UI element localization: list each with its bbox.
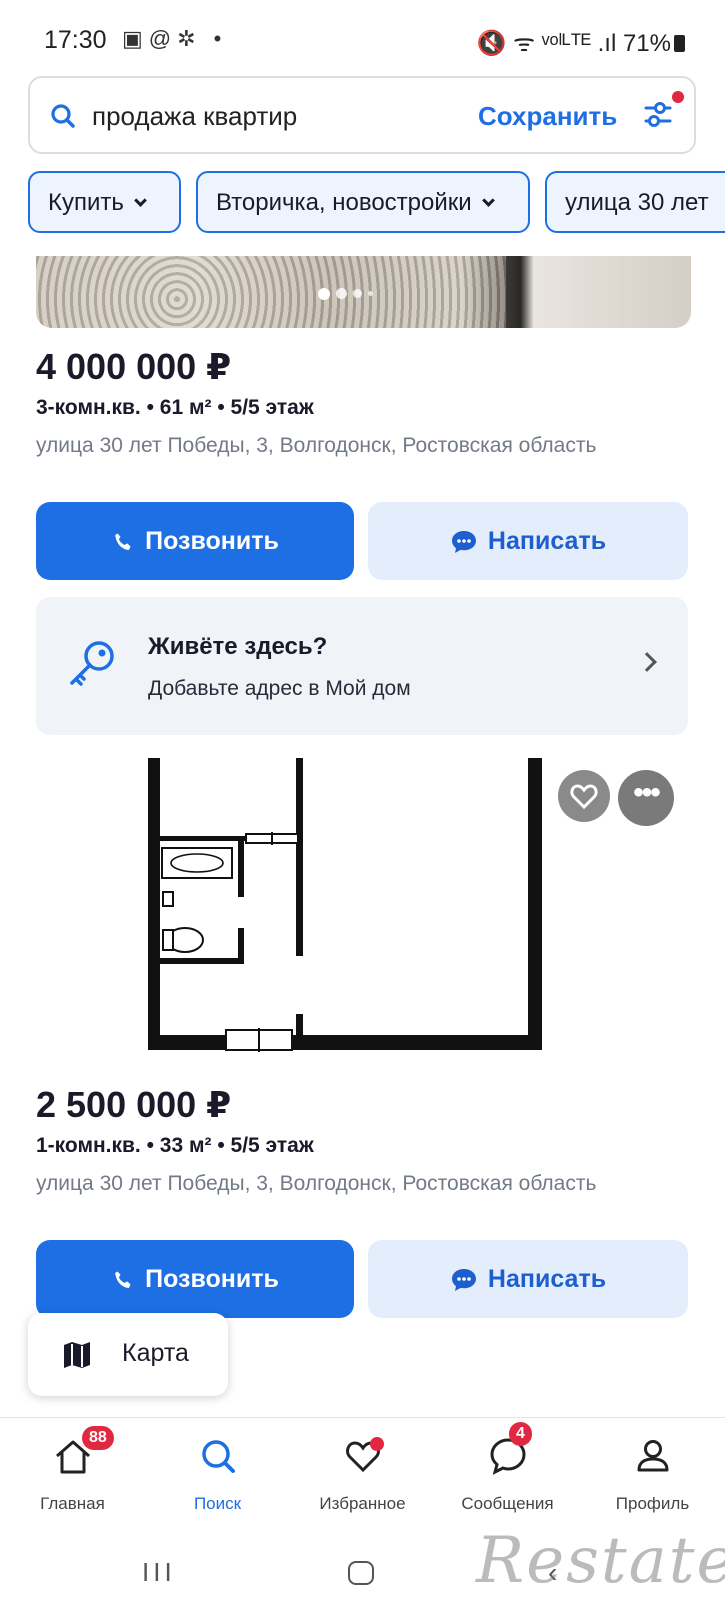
search-icon <box>51 104 75 128</box>
message-label: Написать <box>487 1265 607 1293</box>
message-label: Написать <box>487 527 607 555</box>
filter-indicator-dot <box>672 91 684 103</box>
live-here-banner[interactable]: Живёте здесь? Добавьте адрес в Мой дом <box>36 597 688 735</box>
chip-deal-type[interactable]: Купить <box>28 171 181 233</box>
map-label: Карта <box>122 1339 189 1367</box>
home-badge: 88 <box>82 1426 114 1450</box>
live-here-subtitle: Добавьте адрес в Мой дом <box>148 677 411 700</box>
chevron-right-icon <box>637 652 657 672</box>
chat-bubble-icon <box>451 1269 476 1291</box>
favorite-button[interactable] <box>558 770 610 822</box>
chat-bubble-icon <box>451 531 476 553</box>
call-button[interactable]: Позвонить <box>36 502 354 580</box>
listing-price[interactable]: 4 000 000 ₽ <box>36 346 231 388</box>
chip-market-type[interactable]: Вторичка, новостройки <box>196 171 530 233</box>
listing-price[interactable]: 2 500 000 ₽ <box>36 1084 231 1126</box>
map-button[interactable]: Карта <box>28 1313 228 1396</box>
search-query[interactable]: продажа квартир <box>92 101 297 132</box>
key-icon <box>70 641 114 686</box>
phone-icon <box>115 533 131 550</box>
floor-plan-image[interactable] <box>140 752 580 1082</box>
bottom-nav: 88 Главная Поиск Избранное 4 Сообщения П… <box>0 1417 725 1527</box>
filter-icon[interactable] <box>642 96 674 132</box>
listing-specs: 1-комн.кв. • 33 м² • 5/5 этаж <box>36 1134 314 1157</box>
more-dots-icon: ••• <box>633 776 660 809</box>
status-right: 🔇 ᯤ ᵛᵒˡᴸᵀᴱ .ıl 71% <box>477 26 685 59</box>
listing-address: улица 30 лет Победы, 3, Волгодонск, Рост… <box>36 434 597 457</box>
chevron-down-icon <box>481 194 495 207</box>
battery-icon <box>674 35 685 52</box>
heart-icon <box>345 1437 384 1473</box>
photo-pagination <box>318 285 379 303</box>
call-button[interactable]: Позвонить <box>36 1240 354 1318</box>
messages-badge: 4 <box>509 1422 532 1446</box>
chevron-down-icon <box>134 194 147 207</box>
more-options-button[interactable]: ••• <box>618 770 674 826</box>
recents-button[interactable]: III <box>142 1557 176 1588</box>
status-notification-icons: ▣@✲ • <box>122 26 228 51</box>
listing-specs: 3-комн.кв. • 61 м² • 5/5 этаж <box>36 396 314 419</box>
save-search-button[interactable]: Сохранить <box>478 101 617 132</box>
status-bar: 17:30 ▣@✲ • 🔇 ᯤ ᵛᵒˡᴸᵀᴱ .ıl 71% <box>0 0 725 72</box>
chip-location[interactable]: улица 30 лет <box>545 171 725 233</box>
call-label: Позвонить <box>145 1265 279 1293</box>
chip-label: улица 30 лет <box>565 189 709 216</box>
nav-label: Профиль <box>615 1494 690 1513</box>
search-icon <box>201 1440 235 1473</box>
call-label: Позвонить <box>145 527 279 555</box>
phone-icon <box>115 1271 131 1288</box>
message-button[interactable]: Написать <box>368 1240 688 1318</box>
nav-label: Поиск <box>193 1494 242 1513</box>
home-system-button[interactable] <box>348 1561 374 1585</box>
photo-texture <box>36 256 506 328</box>
nav-label: Главная <box>40 1494 105 1513</box>
nav-label: Сообщения <box>461 1494 554 1513</box>
watermark: Restate <box>476 1524 725 1598</box>
profile-icon <box>637 1440 668 1472</box>
search-bar[interactable]: продажа квартир Сохранить <box>28 76 696 154</box>
chip-label: Купить <box>48 189 124 216</box>
live-here-title: Живёте здесь? <box>148 633 328 660</box>
map-icon <box>64 1342 90 1368</box>
chip-label: Вторичка, новостройки <box>216 189 472 216</box>
listing-address: улица 30 лет Победы, 3, Волгодонск, Рост… <box>36 1172 597 1195</box>
status-right-text: 🔇 ᯤ ᵛᵒˡᴸᵀᴱ .ıl 71% <box>476 30 671 57</box>
nav-label: Избранное <box>319 1494 406 1513</box>
message-button[interactable]: Написать <box>368 502 688 580</box>
heart-icon <box>570 784 598 810</box>
status-time: 17:30 <box>44 26 107 54</box>
